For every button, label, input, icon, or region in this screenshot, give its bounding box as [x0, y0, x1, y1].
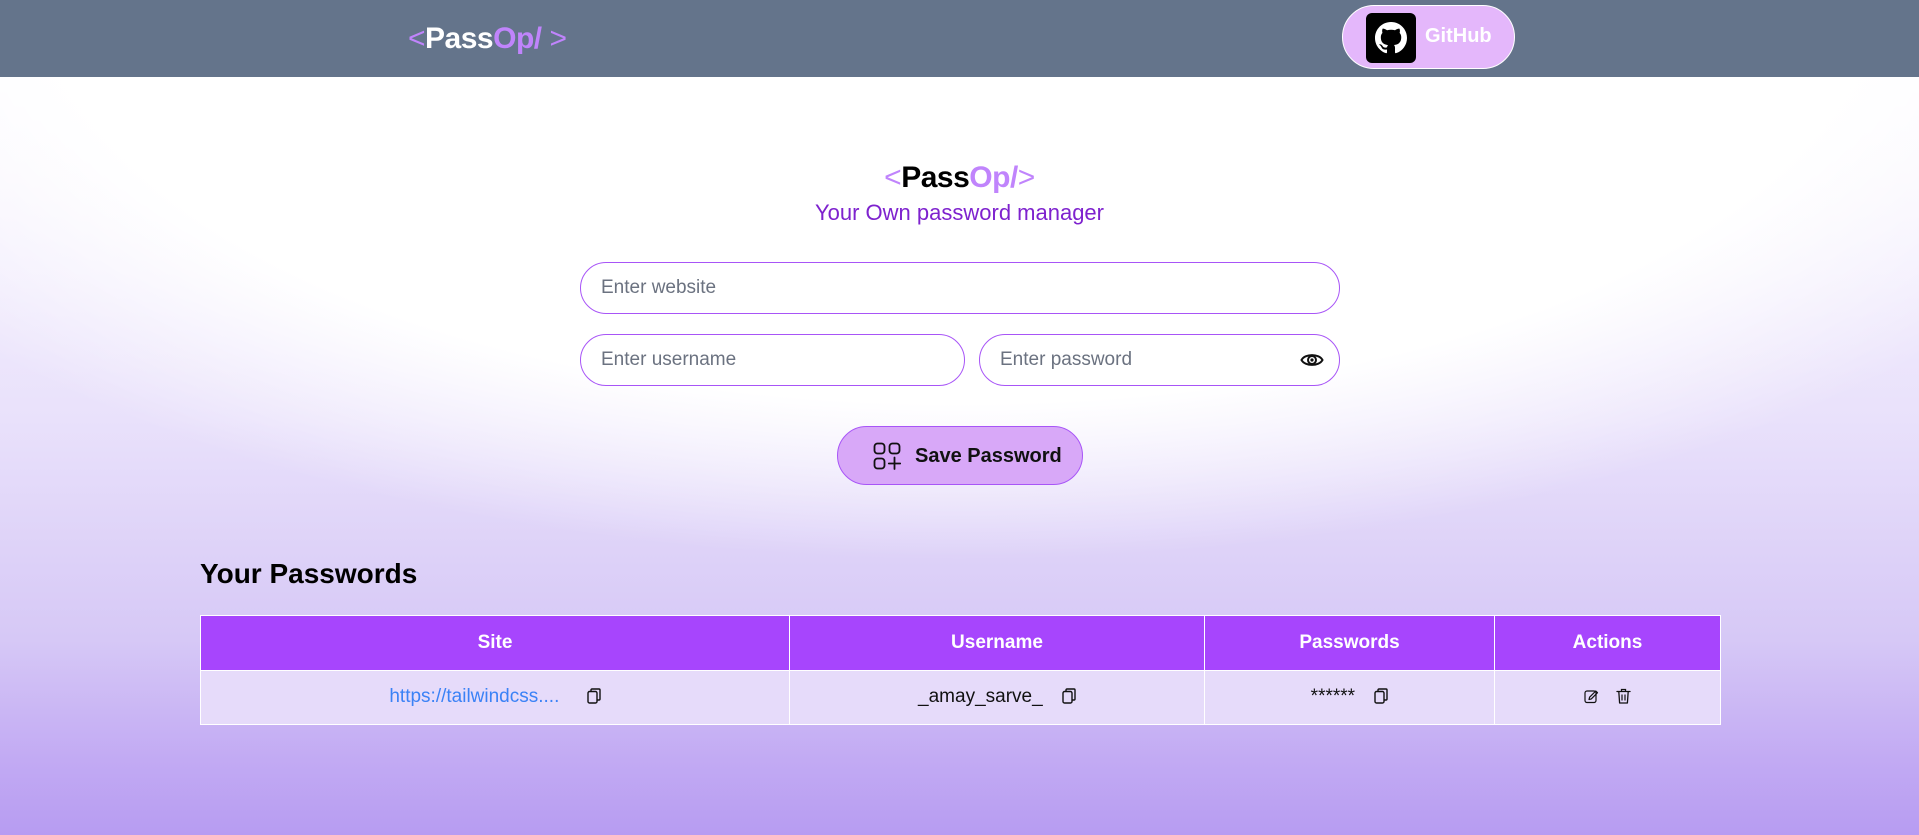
save-password-button[interactable]: Save Password [837, 426, 1083, 485]
trash-icon[interactable] [1616, 688, 1631, 710]
username-input[interactable] [580, 334, 965, 386]
github-label: GitHub [1425, 25, 1492, 47]
logo-open-bracket: < [408, 22, 426, 55]
password-input[interactable] [979, 334, 1340, 386]
passwords-section-title: Your Passwords [200, 558, 418, 589]
hero-logo: <PassOp/> [0, 158, 1919, 198]
hero-logo-open-bracket: < [884, 161, 902, 194]
password-value: ****** [1310, 685, 1356, 707]
site-cell: https://tailwindcss.... [200, 670, 790, 725]
passwords-table: Site Username Passwords Actions https://… [200, 615, 1721, 725]
logo-pass-text: Pass [425, 22, 494, 55]
logo-close-bracket: > [541, 22, 567, 55]
copy-icon[interactable] [586, 687, 601, 710]
eye-icon[interactable] [1300, 350, 1324, 370]
add-grid-icon [873, 442, 902, 475]
copy-icon[interactable] [1374, 687, 1389, 710]
tagline: Your Own password manager [814, 200, 1104, 225]
github-icon [1366, 13, 1416, 63]
hero-logo-pass-text: Pass [901, 161, 970, 194]
navbar-logo[interactable]: <PassOp/ > [408, 18, 567, 60]
save-password-label: Save Password [915, 445, 1062, 467]
username-value: _amay_sarve_ [918, 685, 1043, 707]
column-header-username: Username [789, 615, 1205, 671]
navbar: <PassOp/ > GitHub [0, 0, 1919, 77]
password-cell: ****** [1204, 670, 1495, 725]
username-cell: _amay_sarve_ [789, 670, 1205, 725]
column-header-site: Site [200, 615, 790, 671]
column-header-actions: Actions [1494, 615, 1721, 671]
column-header-passwords: Passwords [1204, 615, 1495, 671]
hero-logo-close-bracket: > [1017, 161, 1036, 194]
actions-cell [1494, 670, 1721, 725]
logo-op-text: Op/ [493, 22, 542, 55]
website-input[interactable] [580, 262, 1340, 314]
hero-logo-op-text: Op/ [969, 161, 1018, 194]
github-button[interactable]: GitHub [1342, 5, 1515, 69]
table-row: https://tailwindcss.... _amay_sarve_ ***… [200, 670, 1721, 725]
table-header-row: Site Username Passwords Actions [200, 615, 1721, 671]
edit-icon[interactable] [1584, 688, 1599, 710]
site-link[interactable]: https://tailwindcss.... [389, 686, 559, 707]
copy-icon[interactable] [1062, 687, 1076, 710]
